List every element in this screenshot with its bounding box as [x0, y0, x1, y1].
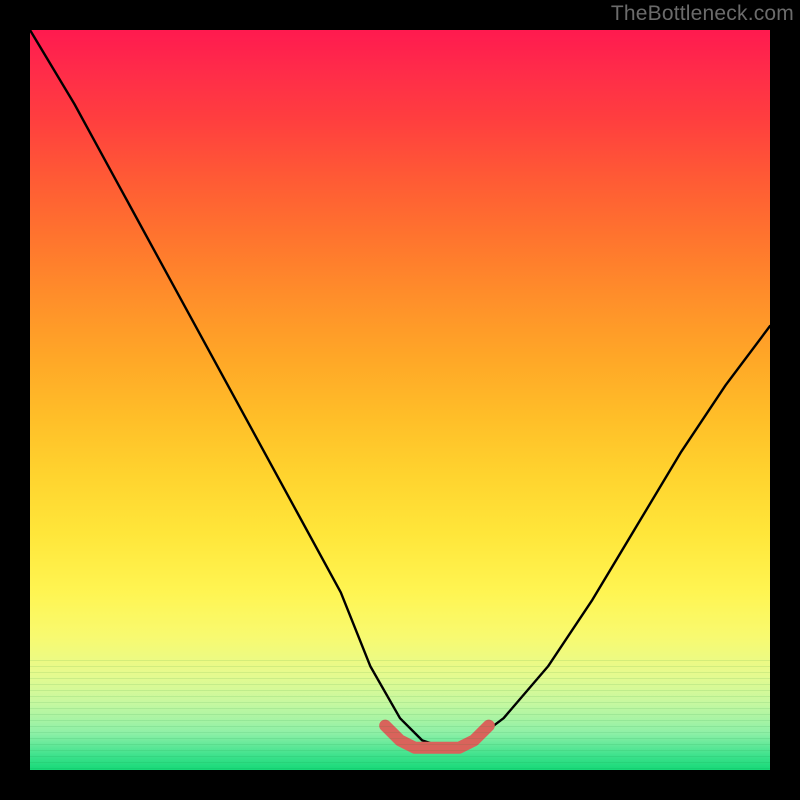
watermark-text: TheBottleneck.com	[611, 2, 794, 26]
chart-svg	[30, 30, 770, 770]
chart-plot-area	[30, 30, 770, 770]
optimal-range-marker-path	[385, 726, 489, 748]
chart-stage: TheBottleneck.com	[0, 0, 800, 800]
bottleneck-curve-path	[30, 30, 770, 748]
